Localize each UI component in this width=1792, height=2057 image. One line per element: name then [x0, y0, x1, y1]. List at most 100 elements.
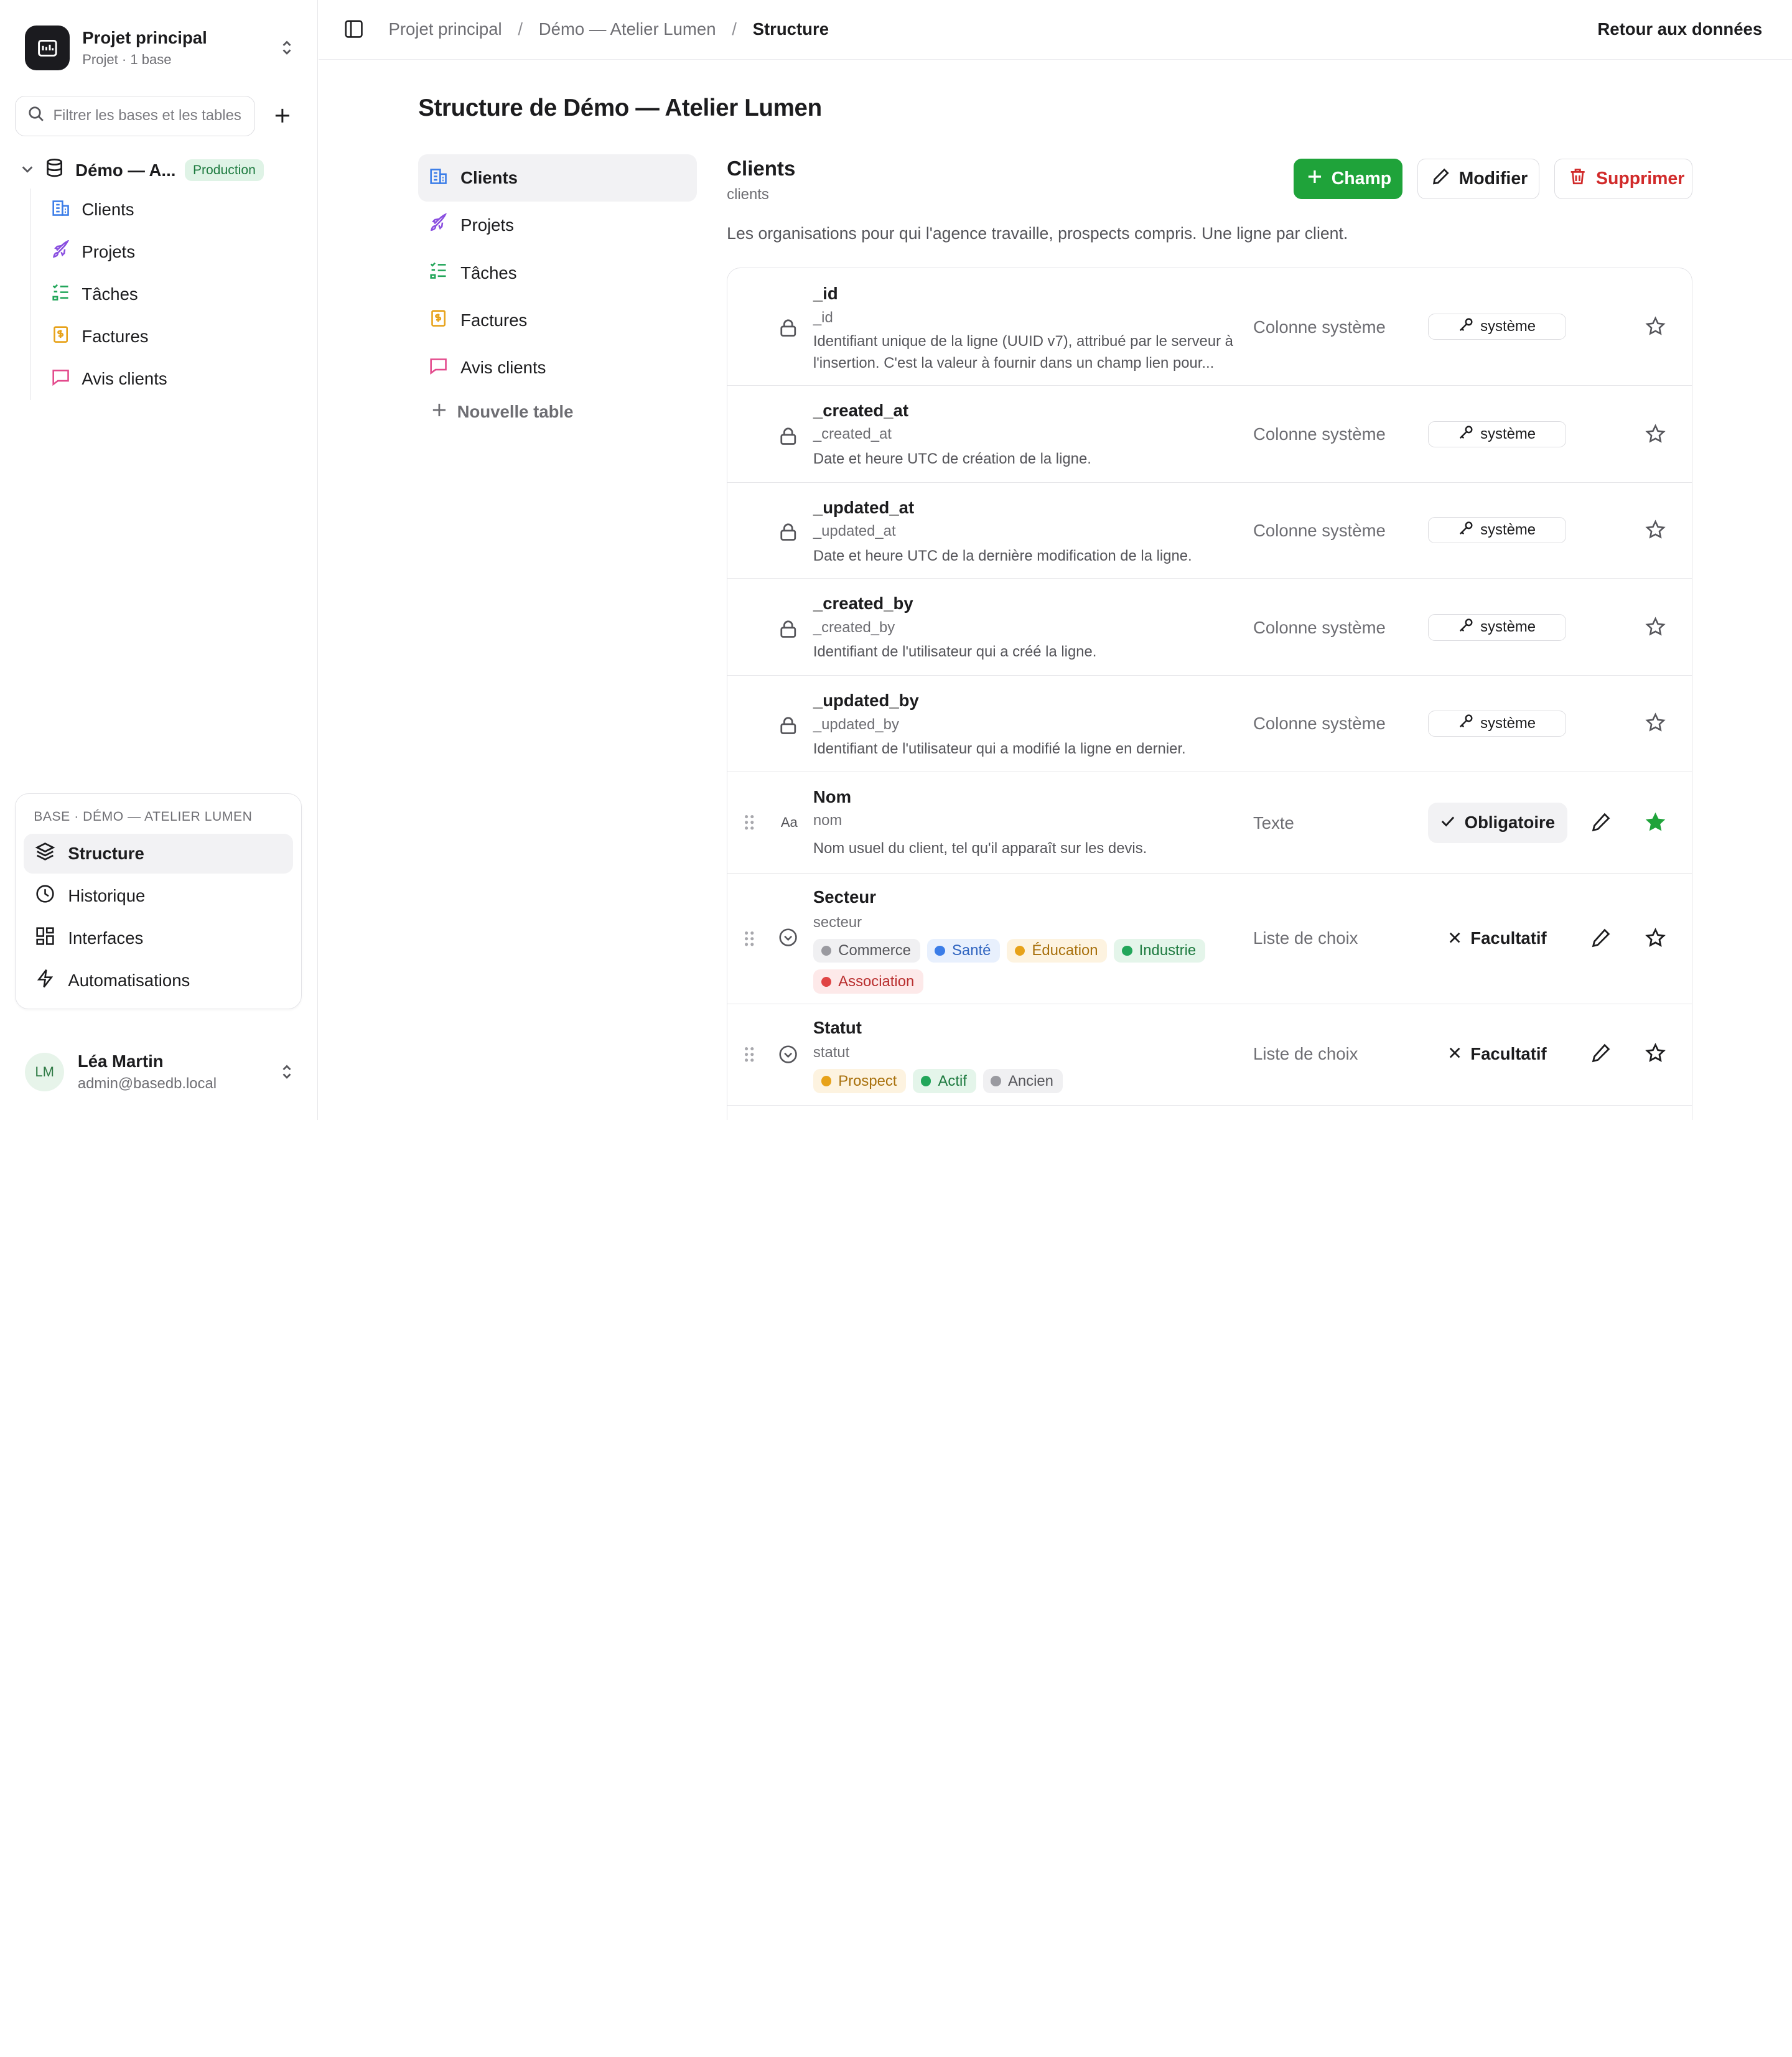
back-to-data-link[interactable]: Retour aux données — [1597, 19, 1762, 39]
drag-handle-icon[interactable] — [744, 930, 755, 953]
nav-automatisations[interactable]: Automatisations — [24, 961, 293, 1001]
breadcrumb-current: Structure — [752, 19, 829, 39]
optional-badge[interactable]: Facultatif — [1428, 1033, 1567, 1073]
field-row[interactable]: _updated_at _updated_at Date et heure UT… — [727, 483, 1692, 579]
lock-icon — [778, 522, 798, 543]
sidebar-item-avis-clients[interactable]: Avis clients — [30, 358, 292, 400]
star-icon[interactable] — [1645, 927, 1666, 953]
field-type: Liste de choix — [1253, 1043, 1358, 1063]
field-row[interactable]: _created_by _created_by Identifiant de l… — [727, 579, 1692, 676]
field-row[interactable]: Secteur secteur Commerce Santé Éducation… — [727, 874, 1692, 1004]
new-table-button[interactable]: Nouvelle table — [418, 391, 697, 432]
database-item[interactable]: Démo — A... Production — [21, 157, 306, 184]
sidebar-item-label: Avis clients — [82, 368, 167, 388]
chevron-down-icon[interactable] — [21, 160, 34, 181]
chevron-updown-icon[interactable] — [279, 38, 295, 58]
sidebar-item-projets[interactable]: Projets — [30, 231, 292, 273]
filter-input[interactable] — [53, 107, 248, 125]
field-type: Colonne système — [1253, 520, 1386, 540]
trash-icon — [1569, 167, 1587, 190]
add-field-button[interactable]: Champ — [1294, 159, 1402, 199]
bolt-icon — [35, 968, 55, 993]
star-icon[interactable] — [1645, 423, 1666, 449]
drag-handle-icon[interactable] — [744, 813, 755, 836]
key-icon — [1458, 425, 1473, 444]
lock-icon — [778, 317, 798, 338]
sidebar-item-clients[interactable]: Clients — [30, 189, 292, 231]
table-item-clients[interactable]: Clients — [418, 154, 698, 202]
field-row[interactable]: Statut statut Prospect Actif Ancien List… — [727, 1004, 1692, 1106]
table-tree: Clients Projets Tâches Factures Avis cli… — [29, 189, 292, 400]
field-type: Colonne système — [1253, 317, 1386, 337]
field-row[interactable]: _created_at _created_at Date et heure UT… — [727, 386, 1692, 483]
breadcrumb-project[interactable]: Projet principal — [388, 19, 502, 39]
table-item-label: Tâches — [460, 263, 517, 282]
field-slug: _updated_at — [813, 523, 896, 540]
drag-handle-icon[interactable] — [744, 1045, 755, 1068]
lock-icon — [778, 426, 798, 446]
filter-search[interactable] — [14, 96, 255, 136]
field-name: _created_at — [813, 400, 909, 420]
table-item-label: Projets — [460, 215, 514, 235]
table-item-taches[interactable]: Tâches — [418, 249, 697, 296]
sidebar-toggle-icon[interactable] — [344, 19, 363, 44]
nav-label: Automatisations — [68, 970, 190, 990]
sidebar-item-taches[interactable]: Tâches — [30, 273, 292, 315]
close-icon — [1449, 1044, 1461, 1064]
field-type: Colonne système — [1253, 424, 1386, 444]
project-switcher[interactable]: Projet principal Projet · 1 base — [25, 25, 294, 70]
layers-icon — [35, 841, 55, 866]
nav-label: Interfaces — [68, 928, 144, 948]
table-item-projets[interactable]: Projets — [418, 202, 697, 249]
field-row[interactable]: Aa Nom nom Nom usuel du client, tel qu'i… — [727, 772, 1692, 874]
pencil-icon — [1432, 167, 1450, 190]
field-description: Identifiant de l'utilisateur qui a créé … — [813, 643, 1097, 661]
app-window: Projet principal Projet · 1 base Démo — … — [0, 0, 1792, 1120]
star-icon[interactable] — [1645, 1043, 1666, 1068]
sidebar-item-factures[interactable]: Factures — [30, 315, 292, 358]
checklist-icon — [51, 282, 70, 306]
field-row[interactable]: _updated_by _updated_by Identifiant de l… — [727, 676, 1692, 772]
field-slug: nom — [813, 812, 842, 829]
delete-table-button[interactable]: Supprimer — [1554, 159, 1693, 199]
star-icon[interactable] — [1645, 520, 1666, 545]
table-item-factures[interactable]: Factures — [418, 297, 697, 344]
add-base-button[interactable] — [269, 103, 294, 128]
star-icon[interactable] — [1645, 316, 1666, 342]
nav-historique[interactable]: Historique — [24, 876, 293, 916]
table-item-avis-clients[interactable]: Avis clients — [418, 344, 697, 391]
nav-label: Structure — [68, 844, 144, 864]
option-chip: Ancien — [982, 1069, 1063, 1093]
system-badge-label: système — [1480, 714, 1536, 732]
user-menu[interactable]: LM Léa Martin admin@basedb.local — [25, 1049, 294, 1094]
pencil-icon[interactable] — [1590, 928, 1611, 953]
checklist-icon — [429, 261, 448, 284]
star-icon[interactable] — [1645, 712, 1666, 738]
table-list: Clients Projets Tâches Factures Avis cli… — [418, 154, 698, 432]
field-name: Statut — [813, 1017, 862, 1037]
star-filled-icon[interactable] — [1645, 812, 1666, 837]
field-row[interactable]: _id _id Identifiant unique de la ligne (… — [727, 268, 1692, 386]
nav-interfaces[interactable]: Interfaces — [24, 918, 293, 958]
text-type-icon: Aa — [780, 814, 798, 830]
base-section: BASE · DÉMO — ATELIER LUMEN Structure Hi… — [14, 793, 302, 1009]
optional-badge[interactable]: Facultatif — [1428, 918, 1567, 958]
nav-structure[interactable]: Structure — [23, 833, 294, 874]
option-chips: Prospect Actif Ancien — [813, 1069, 1248, 1093]
key-icon — [1458, 317, 1473, 337]
field-description: Identifiant unique de la ligne (UUID v7)… — [813, 332, 1233, 371]
lock-icon — [778, 715, 798, 735]
breadcrumb-base[interactable]: Démo — Atelier Lumen — [539, 19, 716, 39]
option-chip: Prospect — [813, 1069, 907, 1093]
pencil-icon[interactable] — [1590, 812, 1611, 837]
building-icon — [429, 166, 448, 190]
pencil-icon[interactable] — [1590, 1043, 1611, 1068]
chevron-updown-icon[interactable] — [279, 1061, 295, 1082]
sidebar-item-label: Projets — [82, 241, 136, 261]
table-description: Les organisations pour qui l'agence trav… — [727, 223, 1348, 243]
required-badge[interactable]: Obligatoire — [1428, 803, 1568, 843]
required-label: Obligatoire — [1464, 813, 1556, 833]
star-icon[interactable] — [1645, 617, 1666, 642]
edit-table-button[interactable]: Modifier — [1417, 159, 1540, 199]
user-name: Léa Martin — [77, 1052, 164, 1071]
